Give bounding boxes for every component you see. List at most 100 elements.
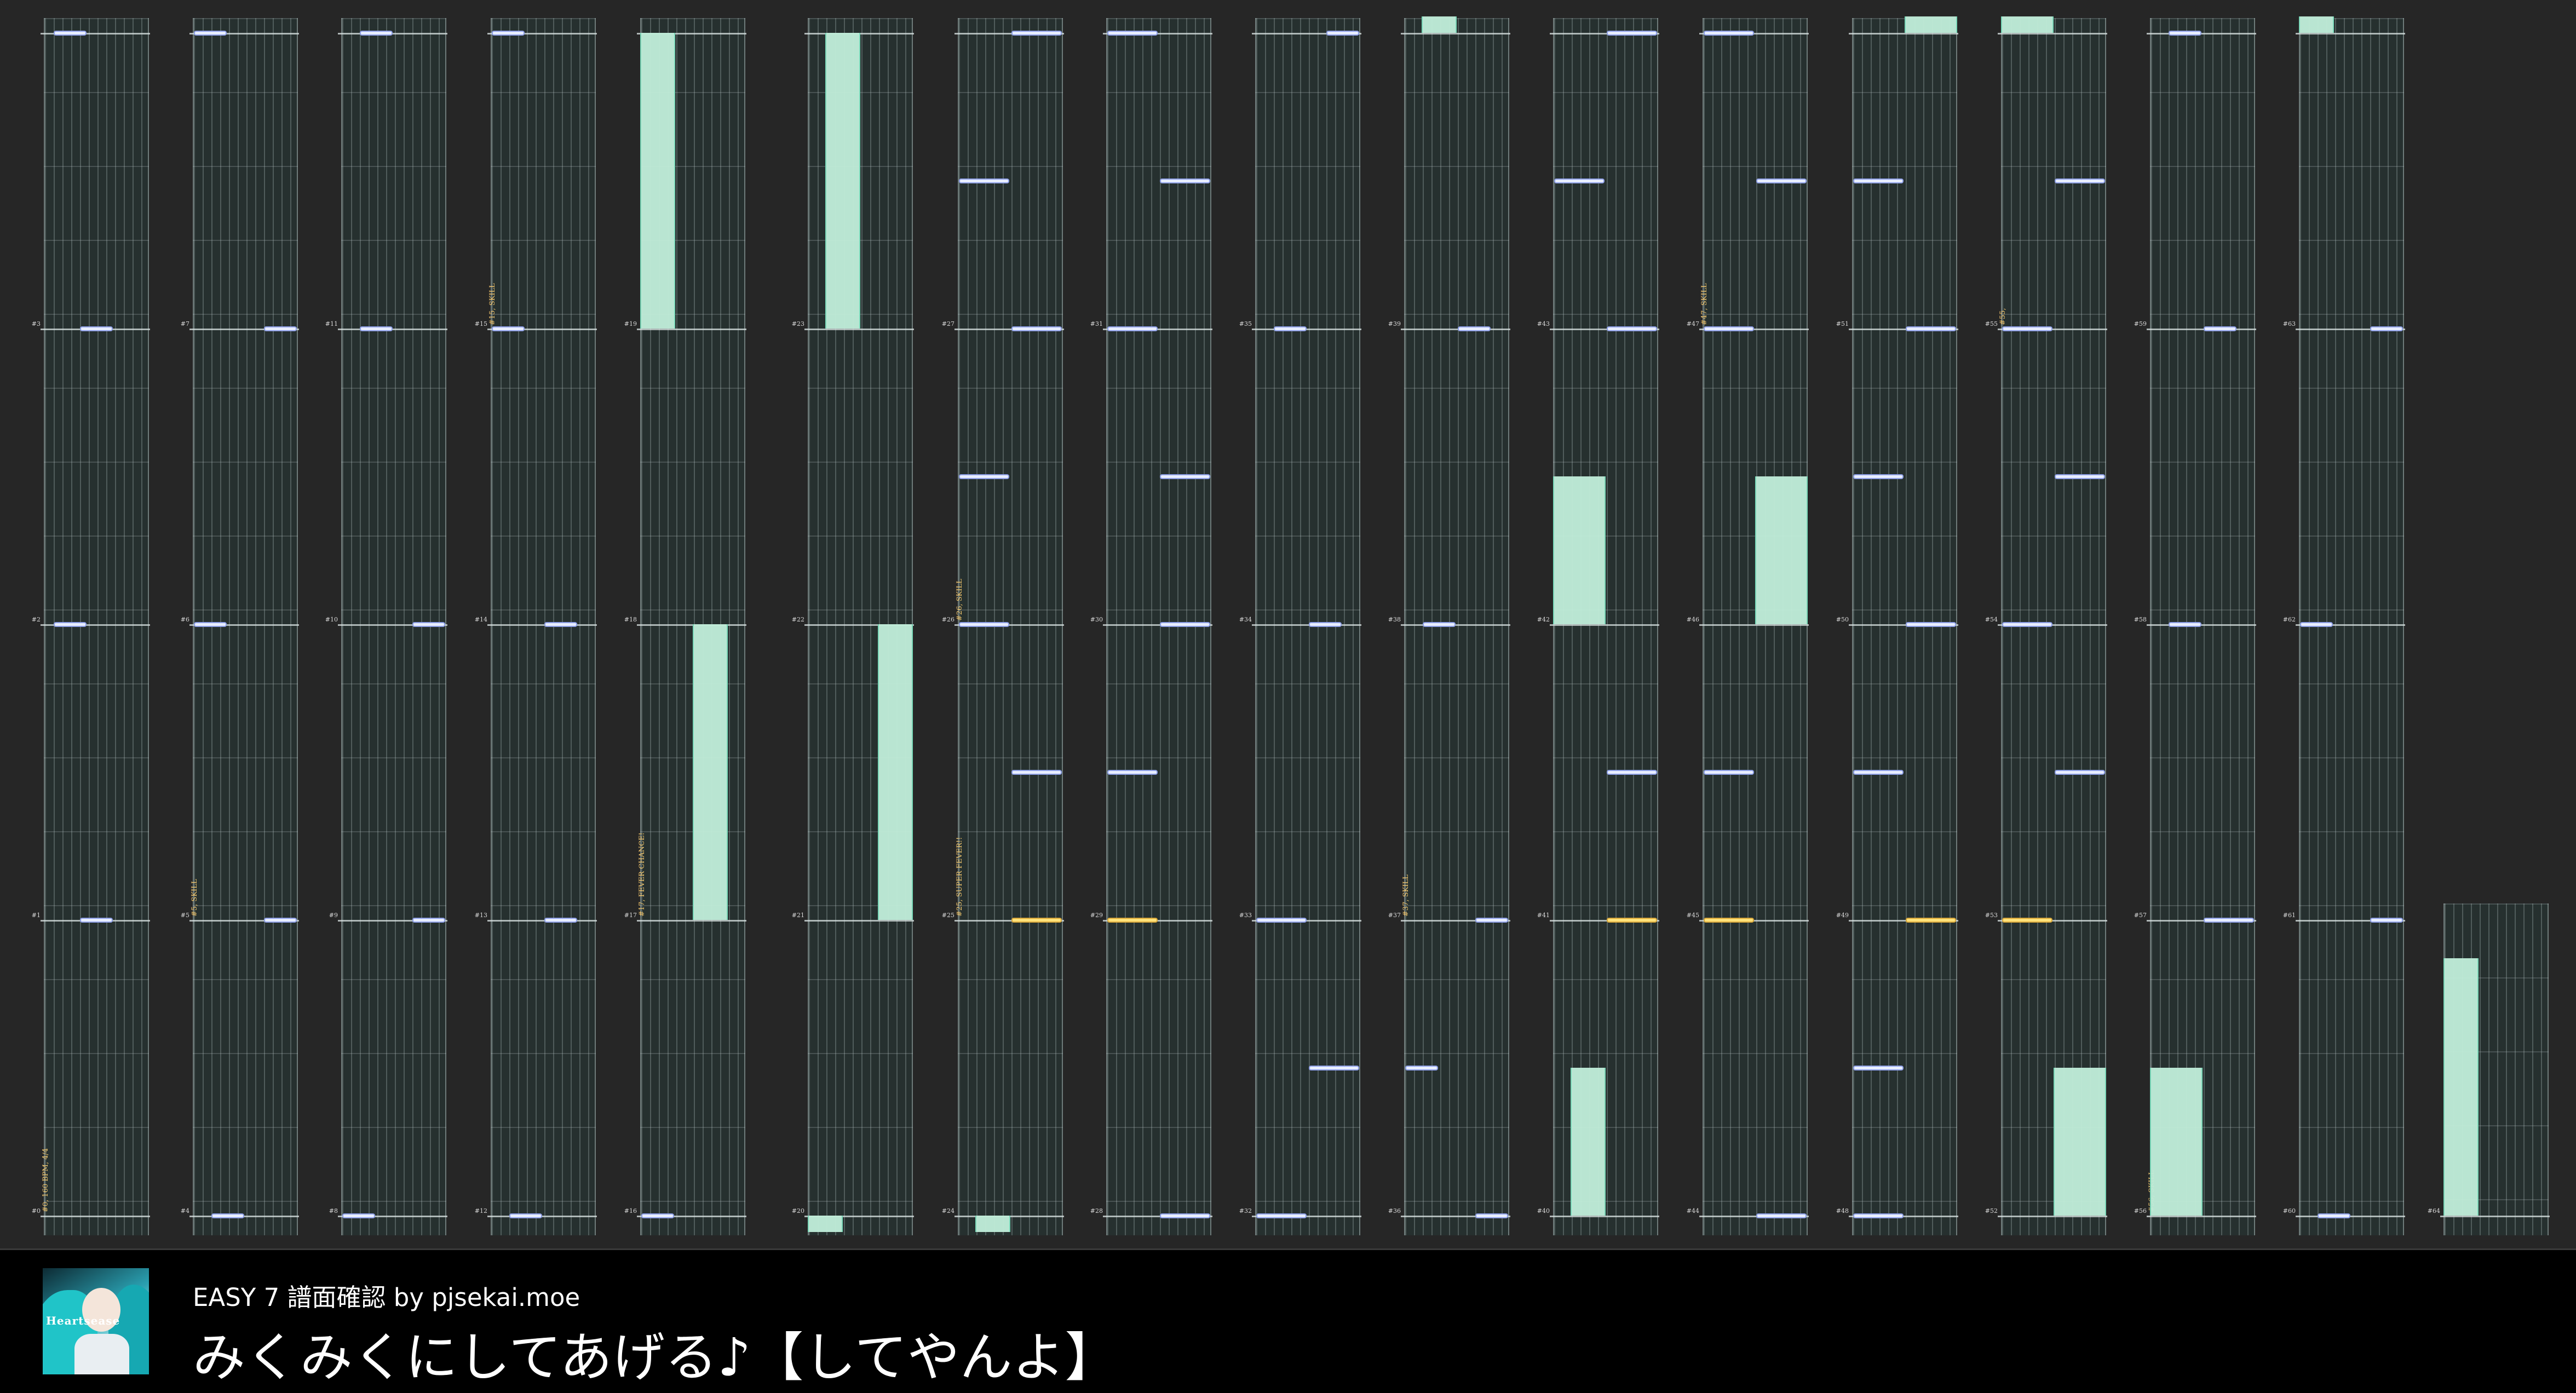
measure-number: #8 bbox=[329, 1207, 338, 1214]
hold-note bbox=[2443, 958, 2479, 1216]
measure-line bbox=[637, 920, 746, 922]
measure-line bbox=[1550, 624, 1659, 626]
chart-column: #23 #22 #21 #20 bbox=[785, 18, 933, 1235]
measure-number: #61 bbox=[2282, 912, 2296, 919]
chart-column: #35 #34 #33 #32 bbox=[1232, 18, 1380, 1235]
tap-note bbox=[544, 918, 577, 923]
measure-number: #42 bbox=[1537, 616, 1550, 623]
measure-number: #40 bbox=[1537, 1207, 1550, 1214]
measure-line bbox=[1252, 624, 1361, 626]
tap-note bbox=[1906, 622, 1956, 627]
tap-note bbox=[1423, 622, 1456, 627]
measure-number: #1 bbox=[31, 912, 41, 919]
tap-note bbox=[194, 622, 227, 627]
measure-line bbox=[2147, 329, 2256, 330]
hold-note bbox=[975, 1216, 1010, 1232]
measure-line bbox=[338, 33, 447, 34]
measure-number: #57 bbox=[2134, 912, 2147, 919]
event-label: #55, bbox=[1999, 308, 2007, 325]
measure-number: #23 bbox=[791, 320, 804, 327]
measure-number: #64 bbox=[2427, 1207, 2440, 1214]
measure-line bbox=[804, 920, 914, 922]
measure-number: #4 bbox=[180, 1207, 189, 1214]
tap-note bbox=[1853, 474, 1904, 479]
measure-number: #39 bbox=[1388, 320, 1401, 327]
tap-note bbox=[1906, 326, 1956, 331]
hold-note bbox=[808, 1216, 843, 1232]
measure-number: #47 bbox=[1686, 320, 1699, 327]
jacket-image: Heartsease bbox=[43, 1268, 149, 1374]
hold-note bbox=[2001, 16, 2054, 33]
measure-number: #49 bbox=[1836, 912, 1849, 919]
tap-note bbox=[2002, 326, 2052, 331]
chart-column: #47 #46 #45 #44 #47, SKILL bbox=[1680, 18, 1827, 1235]
measure-number: #53 bbox=[1985, 912, 1998, 919]
tap-note bbox=[1704, 770, 1754, 775]
measure-number: #31 bbox=[1090, 320, 1103, 327]
hold-note bbox=[825, 33, 860, 329]
hold-note bbox=[1571, 1068, 1606, 1216]
tap-note bbox=[2002, 622, 2052, 627]
tap-note bbox=[1405, 1066, 1438, 1070]
tap-note bbox=[412, 622, 445, 627]
tap-note bbox=[360, 31, 393, 36]
hold-note bbox=[2054, 1068, 2106, 1216]
hold-note bbox=[1553, 476, 1606, 624]
event-label: #17, FEVER CHANCE! bbox=[638, 832, 646, 917]
measure-number: #18 bbox=[624, 616, 637, 623]
tap-note bbox=[80, 918, 113, 923]
measure-number: #15 bbox=[474, 320, 487, 327]
measure-line bbox=[1252, 329, 1361, 330]
lane-grid bbox=[1553, 18, 1658, 1235]
measure-number: #60 bbox=[2282, 1207, 2296, 1214]
tap-note bbox=[412, 918, 445, 923]
event-label: #37, SKILL bbox=[1402, 874, 1410, 917]
measure-number: #59 bbox=[2134, 320, 2147, 327]
measure-number: #13 bbox=[474, 912, 487, 919]
lane-grid bbox=[2150, 18, 2255, 1235]
measure-number: #44 bbox=[1686, 1207, 1699, 1214]
measure-number: #48 bbox=[1836, 1207, 1849, 1214]
measure-number: #19 bbox=[624, 320, 637, 327]
tap-note bbox=[1475, 1213, 1508, 1218]
tap-note bbox=[2370, 326, 2403, 331]
tap-note bbox=[1160, 179, 1210, 183]
measure-number: #17 bbox=[624, 912, 637, 919]
tap-note bbox=[54, 31, 87, 36]
measure-number: #56 bbox=[2134, 1207, 2147, 1214]
measure-number: #29 bbox=[1090, 912, 1103, 919]
event-label: #0, 160 BPM, 4/4 bbox=[42, 1148, 50, 1212]
measure-number: #3 bbox=[31, 320, 41, 327]
hold-note bbox=[2150, 1068, 2203, 1216]
hold-note bbox=[2299, 16, 2334, 33]
measure-line bbox=[1998, 1216, 2107, 1217]
critical-note bbox=[1607, 918, 1657, 923]
measure-line bbox=[2147, 1216, 2256, 1217]
event-label: #26, SKILL bbox=[956, 579, 964, 621]
tap-note bbox=[1554, 179, 1605, 183]
tap-note bbox=[2055, 474, 2105, 479]
measure-number: #45 bbox=[1686, 912, 1699, 919]
measure-line bbox=[189, 1216, 299, 1217]
tap-note bbox=[1607, 31, 1657, 36]
measure-number: #12 bbox=[474, 1207, 487, 1214]
tap-note bbox=[1607, 326, 1657, 331]
tap-note bbox=[1853, 179, 1904, 183]
critical-note bbox=[2002, 918, 2052, 923]
measure-number: #41 bbox=[1537, 912, 1550, 919]
measure-number: #9 bbox=[329, 912, 338, 919]
tap-note bbox=[1853, 1066, 1904, 1070]
tap-note bbox=[1756, 1213, 1807, 1218]
tap-note bbox=[1011, 31, 1062, 36]
measure-line bbox=[2296, 1216, 2405, 1217]
critical-note bbox=[1906, 918, 1956, 923]
measure-number: #20 bbox=[791, 1207, 804, 1214]
tap-note bbox=[492, 31, 525, 36]
measure-number: #54 bbox=[1985, 616, 1998, 623]
measure-number: #21 bbox=[791, 912, 804, 919]
measure-number: #0 bbox=[31, 1207, 41, 1214]
chart-subtitle: EASY 7 譜面確認 by pjsekai.moe bbox=[193, 1283, 580, 1312]
tap-note bbox=[1704, 326, 1754, 331]
tap-note bbox=[1326, 31, 1359, 36]
measure-line bbox=[487, 624, 597, 626]
